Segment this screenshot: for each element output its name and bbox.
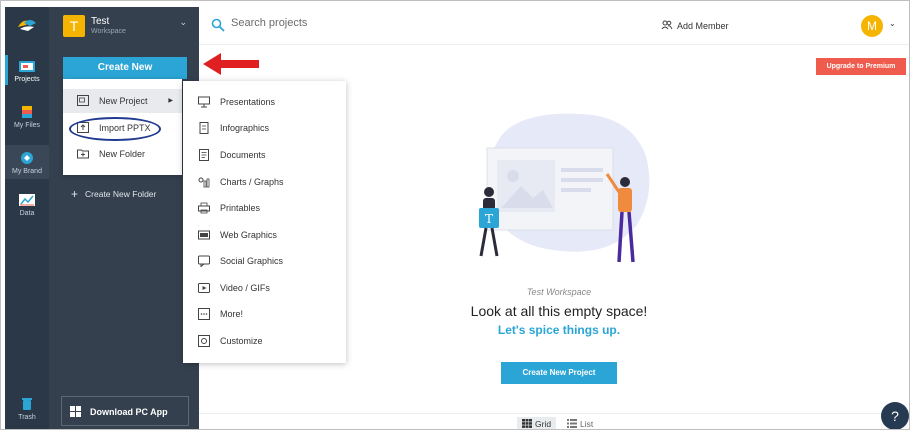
rail-item-trash[interactable]: Trash	[5, 397, 49, 421]
rail-item-my-brand[interactable]: My Brand	[5, 145, 49, 179]
menu-item-new-project[interactable]: New Project ▶	[63, 89, 182, 113]
infographic-icon	[199, 122, 209, 134]
video-icon	[198, 283, 210, 293]
rail-label-data: Data	[19, 210, 35, 217]
create-new-project-button[interactable]: Create New Project	[501, 362, 617, 384]
more-icon	[198, 308, 210, 320]
submenu-item-documents[interactable]: Documents	[183, 142, 346, 168]
grid-icon	[522, 419, 532, 428]
rail-label-projects: Projects	[14, 76, 40, 83]
data-chart-icon	[19, 194, 35, 206]
add-member-button[interactable]: Add Member	[661, 20, 729, 31]
annotation-arrow-icon	[203, 53, 259, 75]
view-grid-label: Grid	[535, 419, 552, 429]
add-member-label: Add Member	[677, 21, 729, 31]
customize-icon	[198, 335, 210, 347]
view-list-label: List	[580, 419, 594, 429]
workspace-subtitle: Workspace	[91, 28, 126, 35]
submenu-item-video-gifs[interactable]: Video / GIFs	[183, 275, 346, 301]
icon-rail: Projects My Files My Brand Data Trash	[5, 7, 49, 429]
create-new-button[interactable]: Create New	[63, 57, 187, 79]
download-pc-app-button[interactable]: Download PC App	[61, 396, 189, 426]
submenu-item-charts-graphs[interactable]: Charts / Graphs	[183, 169, 346, 195]
annotation-ellipse	[69, 117, 161, 141]
illustration-letter: T	[485, 212, 493, 226]
projects-icon	[19, 61, 35, 72]
social-graphic-icon	[198, 255, 210, 267]
rail-item-data[interactable]: Data	[5, 193, 49, 217]
rail-label-my-brand: My Brand	[12, 168, 42, 175]
create-new-folder-label: Create New Folder	[85, 189, 157, 199]
submenu-item-customize-label: Customize	[220, 336, 263, 346]
chevron-down-icon: ⌄	[179, 17, 187, 27]
brand-icon	[21, 152, 33, 164]
submenu-item-presentations[interactable]: Presentations	[183, 89, 346, 115]
app-window: Projects My Files My Brand Data Trash T …	[0, 0, 910, 430]
rail-label-my-files: My Files	[13, 122, 41, 129]
menu-item-new-folder[interactable]: New Folder	[63, 142, 182, 166]
rail-label-trash: Trash	[18, 414, 36, 421]
search-icon	[211, 18, 225, 32]
user-avatar[interactable]: M	[861, 15, 883, 37]
submenu-item-more[interactable]: More!	[183, 301, 346, 327]
submenu-item-web-graphics-label: Web Graphics	[220, 230, 277, 240]
empty-state-workspace-name: Test Workspace	[526, 287, 592, 297]
submenu-item-infographics-label: Infographics	[220, 123, 270, 133]
submenu-item-more-label: More!	[220, 309, 244, 319]
web-graphic-icon	[198, 230, 210, 240]
submenu-item-presentations-label: Presentations	[220, 97, 276, 107]
submenu-item-web-graphics[interactable]: Web Graphics	[183, 222, 346, 248]
empty-state-illustration: T	[479, 113, 650, 263]
trash-icon	[22, 398, 32, 410]
folder-plus-icon	[77, 149, 89, 159]
app-logo-icon[interactable]	[16, 17, 38, 33]
caret-right-icon: ▶	[168, 98, 173, 104]
submenu-item-printables[interactable]: Printables	[183, 195, 346, 221]
top-bar: Add Member M ⌄	[199, 7, 909, 45]
printer-icon	[198, 202, 210, 214]
submenu-item-charts-graphs-label: Charts / Graphs	[220, 177, 284, 187]
chart-icon	[198, 177, 210, 188]
presentation-icon	[198, 96, 210, 108]
view-toggle-grid[interactable]: Grid	[517, 417, 557, 429]
submenu-item-social-graphics-label: Social Graphics	[220, 256, 284, 266]
workspace-name: Test	[91, 16, 110, 27]
download-pc-app-label: Download PC App	[90, 407, 168, 417]
files-icon	[22, 106, 32, 118]
add-user-icon	[661, 20, 673, 30]
submenu-item-documents-label: Documents	[220, 150, 266, 160]
windows-icon	[70, 406, 81, 417]
rail-item-projects[interactable]: Projects	[5, 55, 49, 85]
workspace-switcher[interactable]: T Test Workspace ⌄	[63, 15, 193, 43]
document-icon	[199, 149, 209, 161]
search-input[interactable]	[231, 17, 431, 29]
upgrade-to-premium-button[interactable]: Upgrade to Premium	[816, 58, 906, 75]
submenu-item-customize[interactable]: Customize	[183, 328, 346, 354]
submenu-item-infographics[interactable]: Infographics	[183, 115, 346, 141]
submenu-item-printables-label: Printables	[220, 203, 261, 213]
empty-state-subtitle: Let's spice things up.	[497, 323, 621, 337]
project-types-submenu: Presentations Infographics Documents Cha…	[183, 81, 346, 363]
submenu-item-video-gifs-label: Video / GIFs	[220, 283, 270, 293]
menu-item-new-project-label: New Project	[99, 96, 148, 106]
new-project-icon	[77, 95, 89, 106]
workspace-avatar: T	[63, 15, 85, 37]
menu-item-new-folder-label: New Folder	[99, 149, 146, 159]
empty-state-title: Look at all this empty space!	[470, 303, 648, 319]
divider	[199, 413, 909, 414]
chevron-down-icon[interactable]: ⌄	[889, 19, 896, 28]
list-icon	[567, 419, 577, 428]
help-button[interactable]: ?	[881, 402, 909, 429]
view-toggle-list[interactable]: List	[567, 417, 594, 429]
rail-item-my-files[interactable]: My Files	[5, 105, 49, 129]
submenu-item-social-graphics[interactable]: Social Graphics	[183, 248, 346, 274]
plus-icon: +	[71, 187, 79, 201]
create-new-folder-link[interactable]: + Create New Folder	[71, 187, 156, 201]
workspace-panel: T Test Workspace ⌄ Create New + Create Ne…	[49, 7, 199, 429]
